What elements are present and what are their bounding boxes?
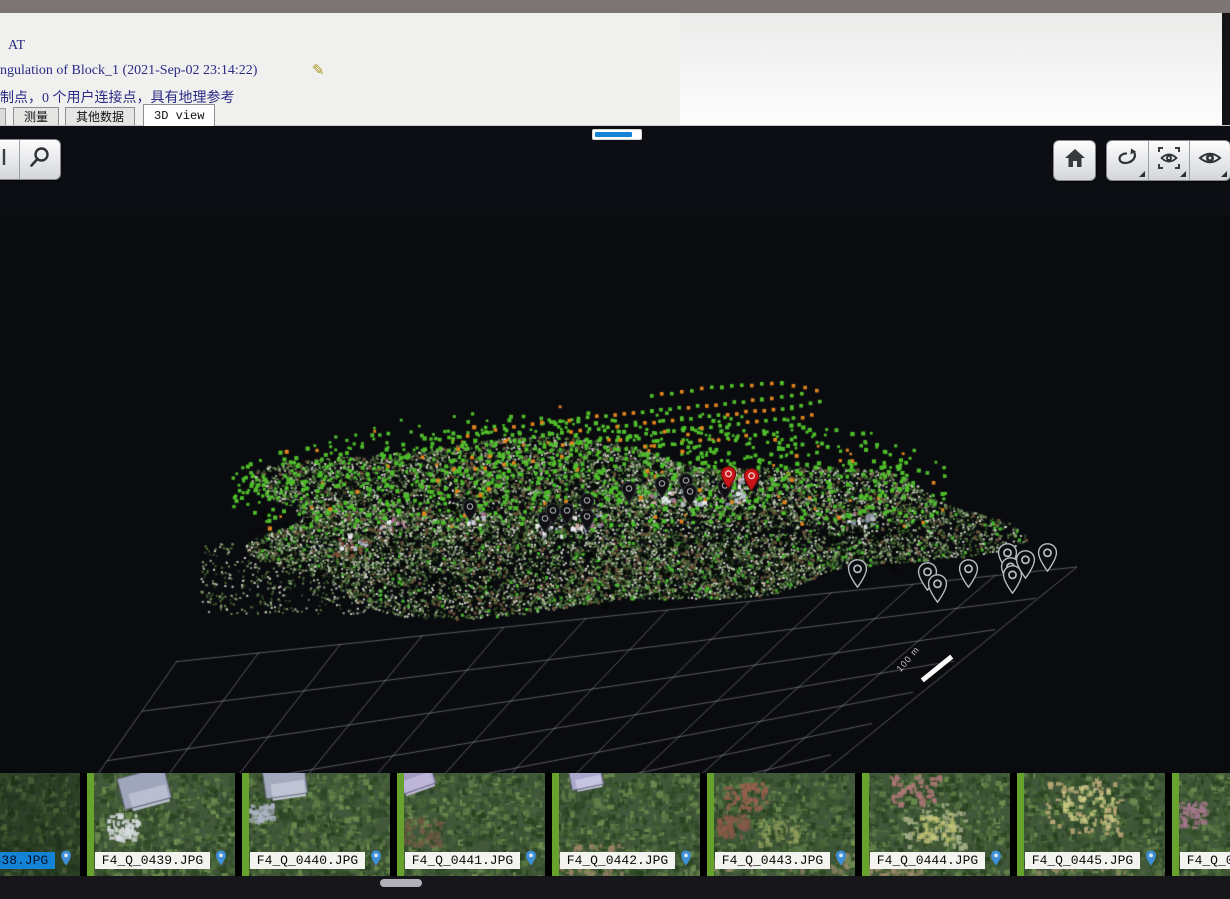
geotag-pin-icon bbox=[525, 850, 537, 871]
control-point-pin-icon[interactable] bbox=[720, 466, 737, 494]
home-icon bbox=[1063, 146, 1087, 175]
block-title: ngulation of Block_1 (2021-Sep-02 23:14:… bbox=[0, 63, 257, 79]
tab-bar: 测量其他数据 3D view bbox=[0, 104, 680, 126]
camera-pin-icon[interactable] bbox=[559, 503, 575, 530]
control-point-pin-icon[interactable] bbox=[743, 468, 760, 496]
camera-pin-icon[interactable] bbox=[682, 484, 698, 511]
tab-clipped-stub[interactable] bbox=[0, 108, 6, 126]
tab-3d-view[interactable]: 3D view bbox=[143, 104, 215, 126]
thumbnail-filename: F4_Q_0445.JPG bbox=[1025, 852, 1140, 869]
camera-pin-icon[interactable] bbox=[579, 509, 595, 536]
geotag-pin-icon bbox=[370, 850, 382, 871]
tab-measure[interactable]: 测量 bbox=[13, 107, 59, 126]
camera-pin-icon[interactable] bbox=[621, 481, 637, 508]
geotag-pin-icon bbox=[680, 850, 692, 871]
photo-filmstrip: F4_Q_0438.JPG F4_Q_0439.JPG F4_Q_0440.JPG F… bbox=[0, 773, 1230, 876]
dropdown-corner-icon[interactable] bbox=[1139, 171, 1145, 177]
visibility-button[interactable] bbox=[1189, 141, 1230, 180]
app-window: AT ngulation of Block_1 (2021-Sep-02 23:… bbox=[0, 0, 1230, 899]
viewport-toolbar-view bbox=[1106, 140, 1230, 181]
thumbnail-filename: F4_Q_0440.JPG bbox=[250, 852, 365, 869]
photo-thumbnail[interactable]: F4_Q_0441.JPG bbox=[397, 773, 545, 876]
thumbnail-label-row: F4_Q_0445.JPG bbox=[1017, 850, 1165, 871]
eye-brackets-icon bbox=[1155, 144, 1183, 177]
thumbnail-label-row: F4_Q_0438.JPG bbox=[0, 850, 80, 871]
camera-pin-outline-icon[interactable] bbox=[1015, 550, 1036, 584]
viewport-toolbar-home bbox=[1053, 140, 1096, 181]
thumbnail-filename: F4_Q_0443.JPG bbox=[715, 852, 830, 869]
camera-pin-outline-icon[interactable] bbox=[1037, 543, 1058, 577]
photo-thumbnail[interactable]: F4_Q_0445.JPG bbox=[1017, 773, 1165, 876]
thumbnail-label-row: F4_Q_0446.JPG bbox=[1172, 850, 1230, 871]
thumbnail-filename: F4_Q_0444.JPG bbox=[870, 852, 985, 869]
dropdown-corner-icon[interactable] bbox=[1221, 171, 1227, 177]
camera-pin-icon[interactable] bbox=[654, 476, 670, 503]
pencil-icon[interactable]: ✎ bbox=[312, 61, 325, 79]
photo-thumbnail[interactable]: F4_Q_0442.JPG bbox=[552, 773, 700, 876]
partial-icon bbox=[0, 146, 10, 173]
point-cloud-canvas[interactable] bbox=[0, 126, 1230, 773]
tab-other-data[interactable]: 其他数据 bbox=[65, 107, 135, 126]
eye-icon bbox=[1197, 145, 1223, 176]
photo-thumbnail[interactable]: F4_Q_0443.JPG bbox=[707, 773, 855, 876]
thumbnail-filename: F4_Q_0438.JPG bbox=[0, 852, 55, 869]
zoom-tool-button[interactable] bbox=[19, 140, 60, 179]
thumbnail-label-row: F4_Q_0443.JPG bbox=[707, 850, 855, 871]
geotag-pin-icon bbox=[60, 850, 72, 871]
filmstrip-scrollbar-track[interactable] bbox=[0, 876, 1230, 899]
home-button[interactable] bbox=[1054, 141, 1095, 180]
camera-pin-icon[interactable] bbox=[462, 499, 478, 526]
geotag-pin-icon bbox=[990, 850, 1002, 871]
photo-thumbnail[interactable]: F4_Q_0446.JPG bbox=[1172, 773, 1230, 876]
camera-pin-outline-icon[interactable] bbox=[847, 559, 868, 593]
clipped-tool-button[interactable] bbox=[0, 140, 19, 179]
thumbnail-label-row: F4_Q_0440.JPG bbox=[242, 850, 390, 871]
geotag-pin-icon bbox=[835, 850, 847, 871]
thumbnail-filename: F4_Q_0439.JPG bbox=[95, 852, 210, 869]
thumbnail-filename: F4_Q_0442.JPG bbox=[560, 852, 675, 869]
project-node-label: AT bbox=[8, 38, 25, 54]
thumbnail-filename: F4_Q_0446.JPG bbox=[1180, 852, 1230, 869]
photo-thumbnail[interactable]: F4_Q_0439.JPG bbox=[87, 773, 235, 876]
progress-fill bbox=[595, 132, 632, 137]
photo-thumbnail[interactable]: F4_Q_0438.JPG bbox=[0, 773, 80, 876]
view-focus-button[interactable] bbox=[1148, 141, 1189, 180]
camera-pin-outline-icon[interactable] bbox=[958, 559, 979, 593]
thumbnail-label-row: F4_Q_0442.JPG bbox=[552, 850, 700, 871]
thumbnail-filename: F4_Q_0441.JPG bbox=[405, 852, 520, 869]
orbit-button[interactable] bbox=[1107, 141, 1148, 180]
thumbnail-label-row: F4_Q_0439.JPG bbox=[87, 850, 235, 871]
photo-thumbnail[interactable]: F4_Q_0440.JPG bbox=[242, 773, 390, 876]
thumbnail-label-row: F4_Q_0444.JPG bbox=[862, 850, 1010, 871]
camera-pin-outline-icon[interactable] bbox=[927, 574, 948, 608]
geotag-pin-icon bbox=[1145, 850, 1157, 871]
progress-indicator bbox=[592, 129, 642, 140]
viewport-toolbar-left bbox=[0, 139, 61, 180]
thumbnail-label-row: F4_Q_0441.JPG bbox=[397, 850, 545, 871]
dropdown-corner-icon[interactable] bbox=[1180, 171, 1186, 177]
orbit-icon bbox=[1115, 145, 1141, 176]
geotag-pin-icon bbox=[215, 850, 227, 871]
window-right-edge bbox=[1222, 13, 1230, 125]
filmstrip-scrollbar-thumb[interactable] bbox=[380, 879, 422, 887]
3d-viewport[interactable]: 100 m bbox=[0, 125, 1230, 773]
window-title-strip bbox=[0, 0, 1230, 13]
photo-thumbnail[interactable]: F4_Q_0444.JPG bbox=[862, 773, 1010, 876]
magnifier-icon bbox=[28, 145, 52, 174]
